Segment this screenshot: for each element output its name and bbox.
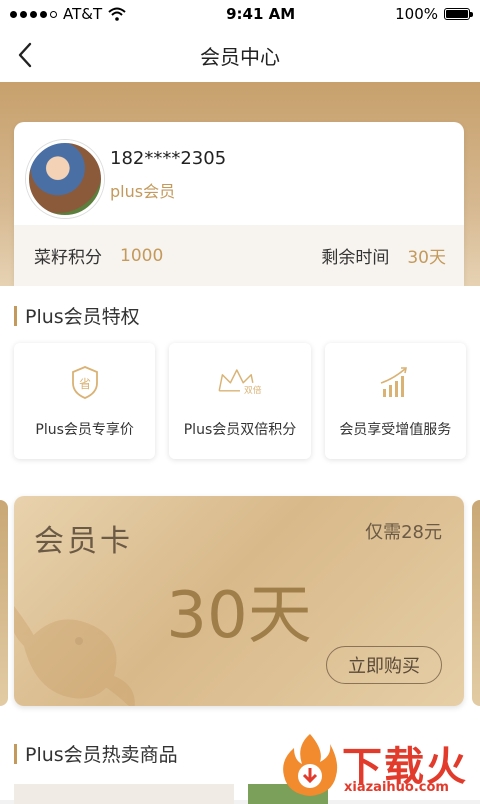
privileges-title: Plus会员特权 — [14, 302, 140, 329]
remaining-stat: 剩余时间 30天 — [321, 243, 446, 268]
hot-products-title-text: Plus会员热卖商品 — [25, 744, 178, 766]
page-title: 会员中心 — [200, 44, 280, 69]
watermark-url: xiazaihuo.com — [344, 780, 449, 795]
clock: 9:41 AM — [226, 5, 296, 23]
svg-text:省: 省 — [79, 377, 91, 391]
flame-logo-icon — [283, 734, 338, 796]
stats-row: 菜籽积分 1000 剩余时间 30天 — [14, 225, 464, 286]
status-bar: AT&T 9:41 AM 100% — [0, 0, 480, 28]
member-card[interactable]: 会员卡 仅需28元 30天 立即购买 — [14, 496, 464, 706]
privileges-list: 省 Plus会员专享价 双倍 Plus会员双倍积分 会员享受增值服务 — [14, 343, 466, 459]
avatar[interactable] — [26, 140, 104, 218]
points-value: 1000 — [120, 245, 164, 266]
crown-double-icon: 双倍 — [218, 369, 262, 396]
privileges-section: Plus会员特权 省 Plus会员专享价 双倍 Plus会员双倍积分 会员享受增… — [0, 286, 480, 476]
privilege-double-points[interactable]: 双倍 Plus会员双倍积分 — [169, 343, 311, 459]
battery-percent: 100% — [395, 5, 438, 23]
member-card-price: 仅需28元 — [365, 522, 442, 543]
hot-products-title: Plus会员热卖商品 — [14, 740, 178, 767]
battery-icon — [444, 8, 473, 20]
privileges-title-text: Plus会员特权 — [25, 306, 140, 328]
privilege-value-added[interactable]: 会员享受增值服务 — [324, 343, 466, 459]
wifi-icon — [108, 7, 126, 21]
member-card-section: 会员卡 仅需28元 30天 立即购买 — [0, 476, 480, 722]
privilege-label: 会员享受增值服务 — [339, 422, 452, 438]
shield-save-icon: 省 — [71, 366, 98, 399]
title-accent-bar — [14, 743, 17, 764]
status-right: 100% — [395, 5, 473, 23]
member-level: plus会员 — [110, 182, 176, 201]
carousel-next-card[interactable] — [472, 500, 480, 706]
growth-chart-icon — [381, 367, 408, 397]
privilege-exclusive-price[interactable]: 省 Plus会员专享价 — [14, 343, 156, 459]
signal-strength-icon — [10, 10, 57, 18]
chevron-left-icon[interactable] — [12, 40, 42, 70]
remaining-value: 30天 — [407, 248, 446, 268]
points-label: 菜籽积分 — [34, 248, 102, 268]
privilege-label: Plus会员专享价 — [35, 422, 134, 438]
carrier-label: AT&T — [63, 5, 103, 23]
privilege-label: Plus会员双倍积分 — [183, 422, 297, 438]
status-left: AT&T — [10, 5, 126, 23]
watermark: 下载火 xiazaihuo.com — [280, 732, 480, 800]
points-stat: 菜籽积分 1000 — [34, 243, 164, 269]
member-card-title: 会员卡 — [34, 524, 133, 559]
svg-text:双倍: 双倍 — [244, 384, 262, 396]
product-thumbnail[interactable] — [14, 784, 234, 804]
title-accent-bar — [14, 305, 17, 326]
user-phone: 182****2305 — [110, 148, 227, 169]
nav-bar: 会员中心 — [0, 28, 480, 82]
remaining-label: 剩余时间 — [321, 248, 390, 268]
buy-now-button[interactable]: 立即购买 — [326, 646, 442, 684]
carousel-prev-card[interactable] — [0, 500, 8, 706]
member-card-duration: 30天 — [166, 579, 312, 653]
profile-card: 182****2305 plus会员 菜籽积分 1000 剩余时间 30天 — [14, 122, 464, 286]
